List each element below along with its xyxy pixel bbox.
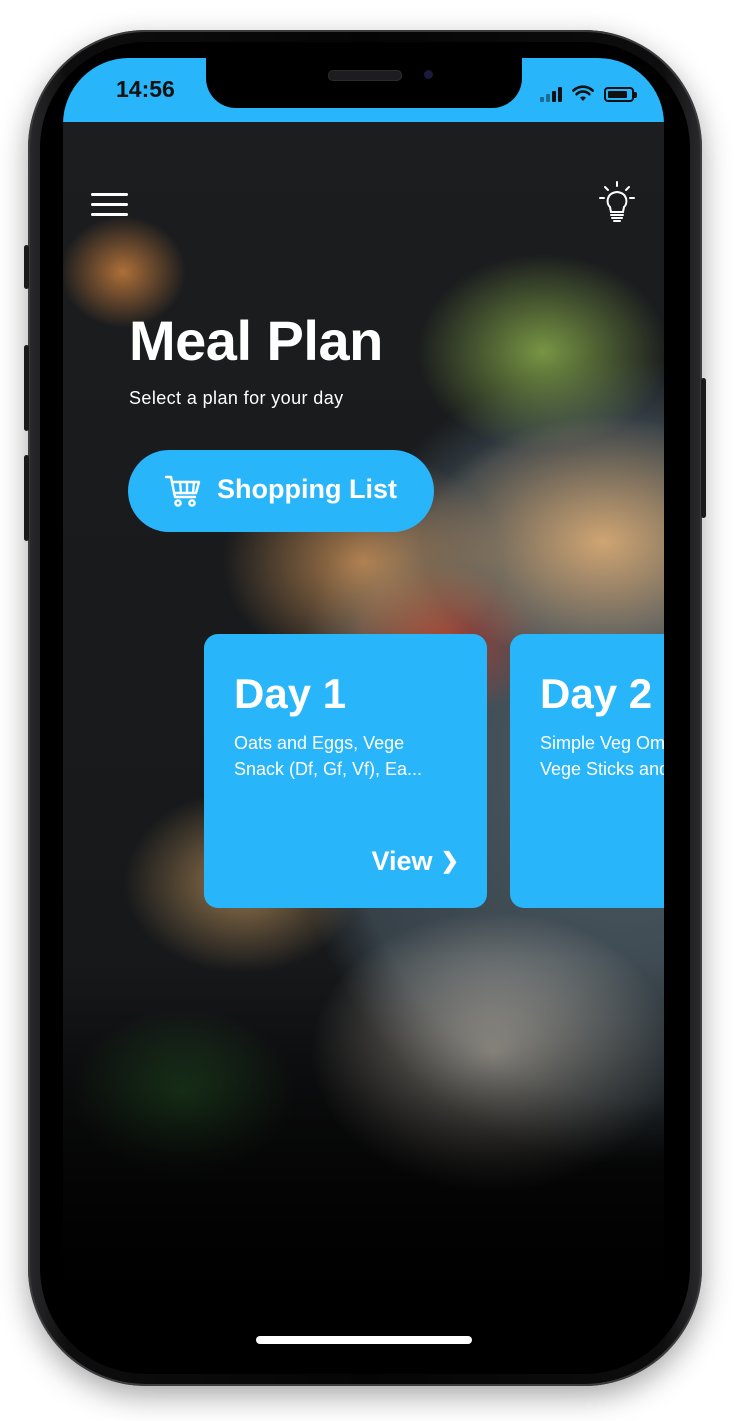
day-card-description-line: Vege Sticks and Dip, (540, 759, 664, 779)
page-subtitle: Select a plan for your day (129, 388, 344, 408)
day-card-description: Simple Veg Omelette, Vege Sticks and Dip… (540, 730, 664, 782)
view-button[interactable]: View ❯ (372, 846, 459, 877)
shopping-list-button[interactable]: Shopping List (128, 450, 434, 532)
lightbulb-icon[interactable] (597, 180, 637, 224)
speaker-grille (328, 70, 402, 81)
shopping-list-label: Shopping List (217, 474, 397, 504)
day-card-description-line: Simple Veg Omelette, (540, 733, 664, 753)
status-time: 14:56 (116, 76, 175, 102)
battery-cap (634, 92, 637, 98)
background-fade (63, 958, 664, 1363)
volume-up-button (24, 345, 29, 431)
day-card-description-line: Oats and Eggs, Vege (234, 733, 405, 753)
day-card-title: Day 1 (234, 670, 347, 717)
battery-icon (604, 87, 637, 102)
page-title: Meal Plan (129, 309, 383, 372)
day-card-1[interactable]: Day 1 Oats and Eggs, Vege Snack (Df, Gf,… (204, 634, 487, 908)
day-card-description-line: Snack (Df, Gf, Vf), Ea... (234, 759, 423, 779)
hamburger-menu-icon[interactable] (89, 186, 131, 222)
status-icons (540, 80, 637, 102)
chevron-right-icon: ❯ (440, 848, 459, 873)
volume-down-button (24, 455, 29, 541)
status-bar: 14:56 (63, 58, 664, 122)
shopping-cart-icon (164, 475, 201, 507)
day-card-2[interactable]: Day 2 Simple Veg Omelette, Vege Sticks a… (510, 634, 664, 908)
signal-icon (540, 86, 562, 102)
power-button (701, 378, 706, 518)
wifi-icon (572, 85, 594, 101)
front-camera (424, 70, 433, 79)
screen: 14:56 Meal Plan Select a plan for your d… (63, 58, 664, 1363)
day-card-description: Oats and Eggs, Vege Snack (Df, Gf, Vf), … (234, 730, 487, 782)
home-indicator[interactable] (256, 1336, 472, 1344)
view-button-label: View (371, 846, 433, 876)
notch (206, 58, 522, 108)
mute-switch (24, 245, 29, 289)
day-card-title: Day 2 (540, 670, 653, 717)
battery-level (608, 91, 627, 98)
